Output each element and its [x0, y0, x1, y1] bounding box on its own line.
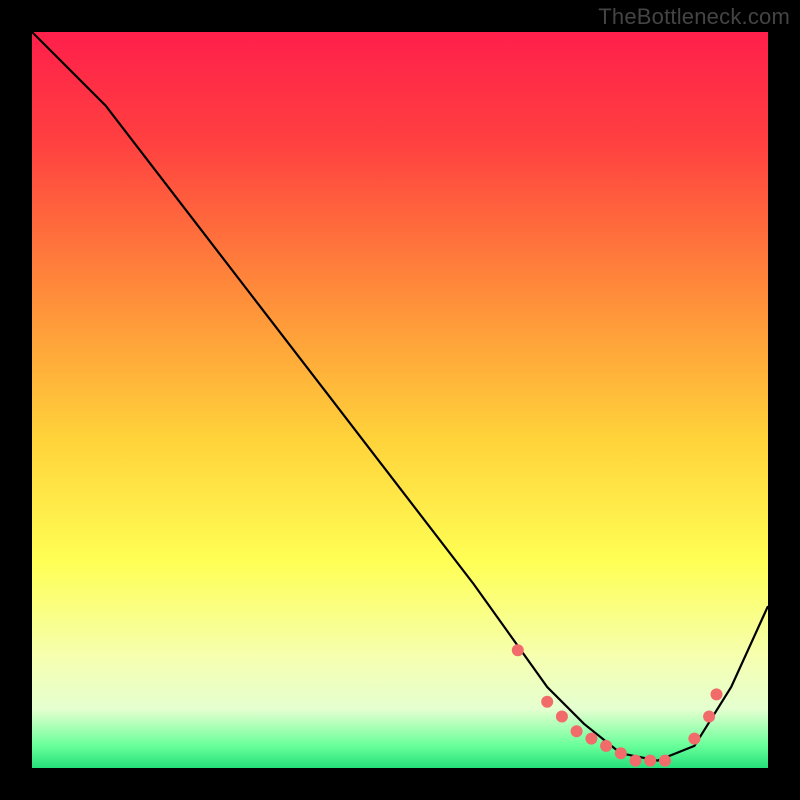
- marker-dot: [556, 711, 568, 723]
- marker-dot: [571, 725, 583, 737]
- marker-dot: [644, 755, 656, 767]
- marker-dot: [512, 644, 524, 656]
- marker-dot: [659, 755, 671, 767]
- watermark-text: TheBottleneck.com: [598, 4, 790, 30]
- chart-frame: TheBottleneck.com: [0, 0, 800, 800]
- marker-dot: [711, 688, 723, 700]
- chart-svg: [32, 32, 768, 768]
- marker-dot: [688, 733, 700, 745]
- marker-dot: [585, 733, 597, 745]
- marker-dot: [600, 740, 612, 752]
- marker-dot: [703, 711, 715, 723]
- gradient-background: [32, 32, 768, 768]
- marker-dot: [541, 696, 553, 708]
- marker-dot: [615, 747, 627, 759]
- chart-plot-area: [32, 32, 768, 768]
- marker-dot: [630, 755, 642, 767]
